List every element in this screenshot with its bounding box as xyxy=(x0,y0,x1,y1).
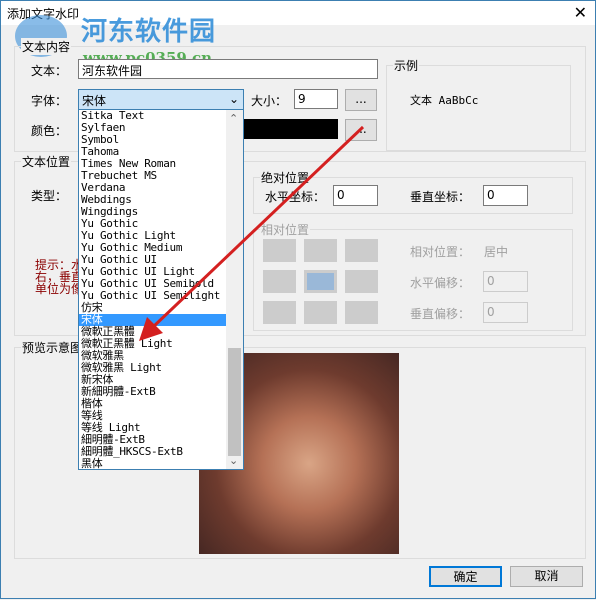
color-more-button[interactable]: ... xyxy=(345,119,377,141)
v-coord-input[interactable]: 0 xyxy=(483,185,528,206)
scrollbar-thumb[interactable] xyxy=(228,348,241,456)
font-option[interactable]: 仿宋 xyxy=(79,302,243,314)
group-label: 文本内容 xyxy=(21,38,72,55)
cell-middle-left[interactable] xyxy=(263,270,296,293)
h-coord-input[interactable]: 0 xyxy=(333,185,378,206)
relative-pos-value: 居中 xyxy=(484,245,509,259)
cell-top-left[interactable] xyxy=(263,239,296,262)
text-label: 文本： xyxy=(31,64,68,78)
cell-bottom-center[interactable] xyxy=(304,301,337,324)
scroll-down-icon[interactable]: ⌄ xyxy=(229,454,238,467)
type-label: 类型： xyxy=(31,189,68,203)
cell-top-center[interactable] xyxy=(304,239,337,262)
font-option[interactable]: 黑体 xyxy=(79,458,243,470)
hint-text: 提示：水 右，垂直 单位为像 xyxy=(35,259,83,295)
h-coord-label: 水平坐标： xyxy=(265,190,326,204)
sample-group: 示例 xyxy=(386,57,571,151)
font-option[interactable]: Yu Gothic UI Semilight xyxy=(79,290,243,302)
group-label: 文本位置 xyxy=(21,153,72,170)
close-icon[interactable]: ✕ xyxy=(574,3,587,22)
group-label: 绝对位置 xyxy=(260,169,311,186)
v-offset-label: 垂直偏移： xyxy=(410,307,471,321)
scroll-up-icon[interactable]: ⌃ xyxy=(229,112,238,125)
cancel-button[interactable]: 取消 xyxy=(510,566,583,587)
v-offset-input[interactable]: 0 xyxy=(483,302,528,323)
sample-text: 文本 AaBbCc xyxy=(410,94,479,107)
group-label: 示例 xyxy=(393,57,420,74)
font-option[interactable]: 楷体 xyxy=(79,398,243,410)
v-coord-label: 垂直坐标： xyxy=(410,190,471,204)
font-dropdown-list[interactable]: Sitka Text Sylfaen Symbol Tahoma Times New R… xyxy=(78,109,244,470)
cell-bottom-right[interactable] xyxy=(345,301,378,324)
font-option[interactable]: 新細明體-ExtB xyxy=(79,386,243,398)
cell-bottom-left[interactable] xyxy=(263,301,296,324)
cell-top-right[interactable] xyxy=(345,239,378,262)
scrollbar[interactable]: ⌃ ⌄ xyxy=(226,110,243,469)
font-more-button[interactable]: ... xyxy=(345,89,377,111)
size-label: 大小： xyxy=(251,94,288,108)
size-input[interactable]: 9 xyxy=(294,89,338,109)
font-option[interactable]: 細明體_HKSCS-ExtB xyxy=(79,446,243,458)
text-input[interactable]: 河东软件园 xyxy=(78,59,378,79)
chevron-down-icon: ⌄ xyxy=(228,92,239,106)
h-offset-label: 水平偏移： xyxy=(410,276,471,290)
hint-line: 单位为像 xyxy=(35,282,84,296)
cell-middle-right[interactable] xyxy=(345,270,378,293)
group-label: 相对位置 xyxy=(260,221,311,238)
font-label: 字体： xyxy=(31,94,68,108)
color-label: 颜色： xyxy=(31,124,68,138)
font-combo[interactable]: 宋体 ⌄ xyxy=(78,89,244,110)
font-combo-value: 宋体 xyxy=(82,94,107,108)
relative-pos-label: 相对位置： xyxy=(410,245,471,259)
cell-center[interactable] xyxy=(304,270,337,293)
h-offset-input[interactable]: 0 xyxy=(483,271,528,292)
watermark-logo: 河东软件园 xyxy=(81,17,217,47)
group-label: 预览示意图 xyxy=(21,339,84,356)
color-swatch[interactable] xyxy=(241,119,338,139)
ok-button[interactable]: 确定 xyxy=(429,566,502,587)
